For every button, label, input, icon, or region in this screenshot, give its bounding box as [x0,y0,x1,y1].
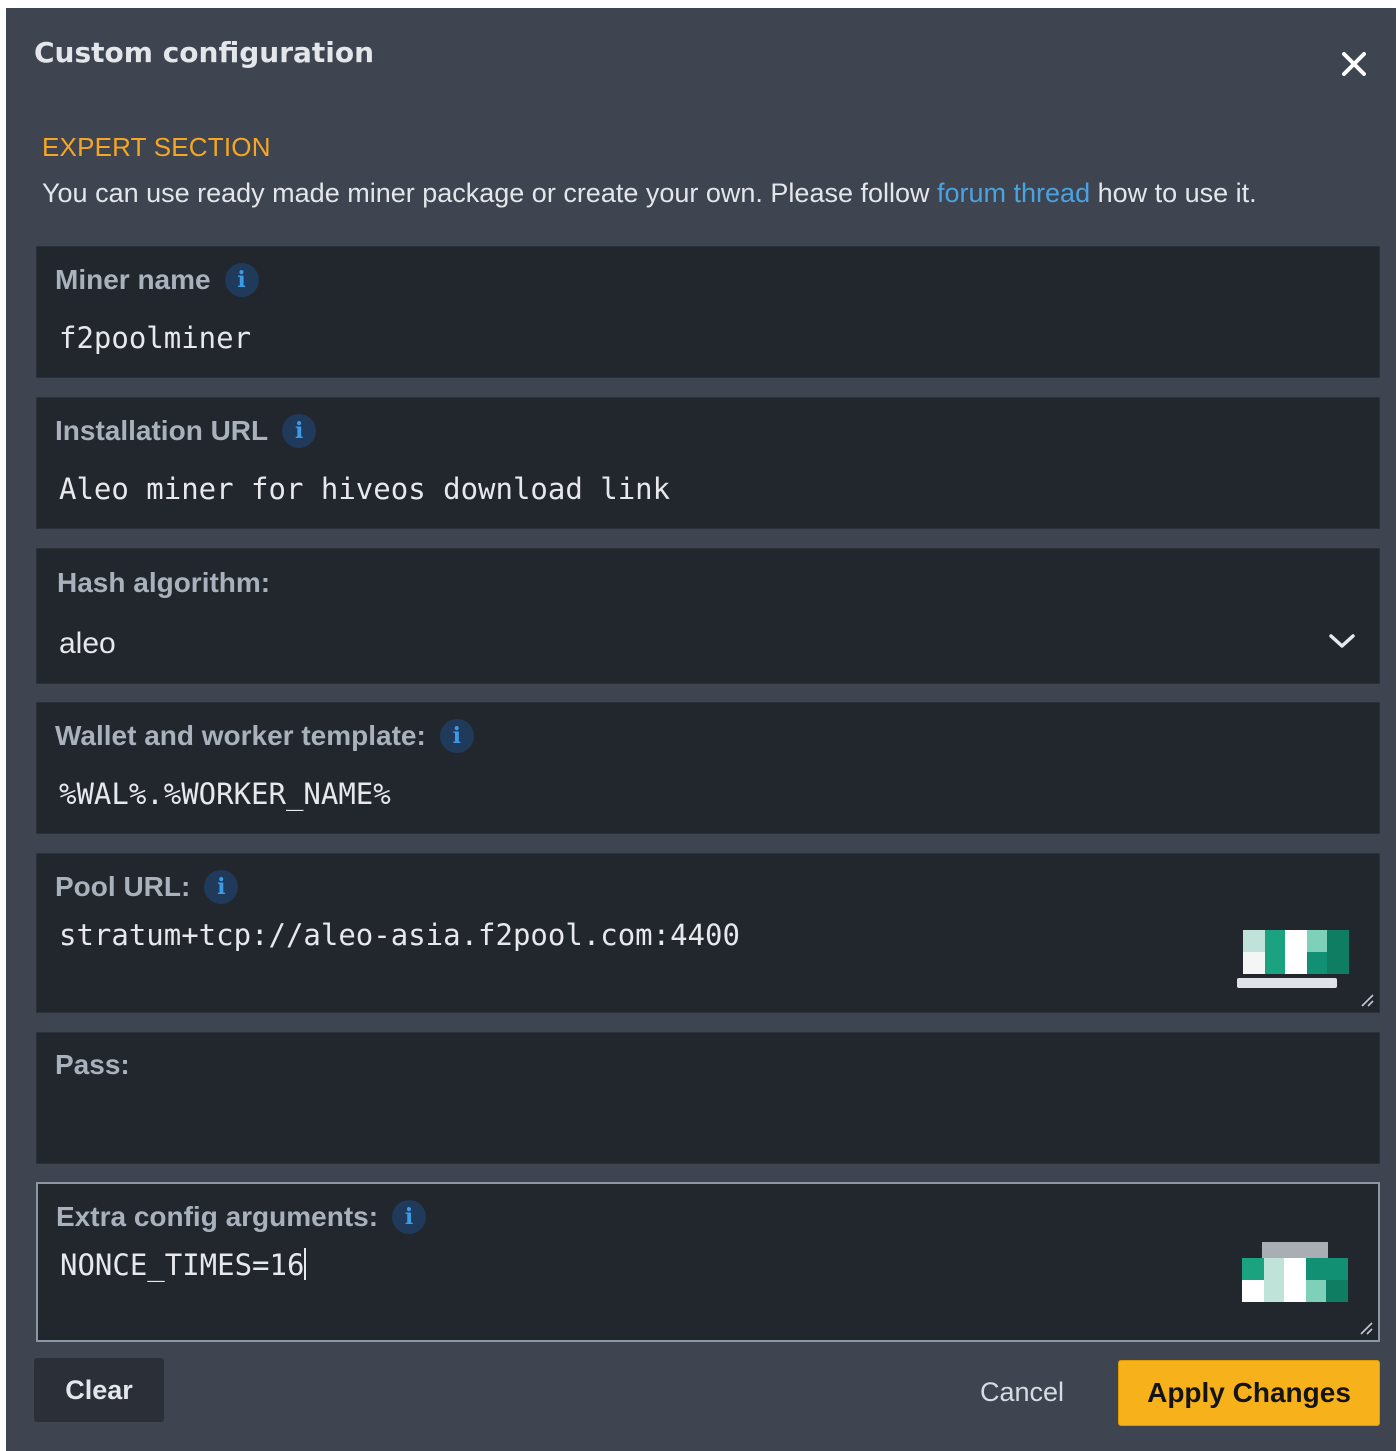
forum-thread-link[interactable]: forum thread [937,178,1090,208]
pass-field: Pass: [36,1032,1380,1164]
miner-name-input[interactable]: f2poolminer [59,321,1359,355]
expert-section-label: EXPERT SECTION [42,132,271,162]
extra-config-value: NONCE_TIMES=16 [60,1248,305,1282]
miner-name-label: Miner name [55,264,211,295]
dialog-title: Custom configuration [34,36,375,69]
wallet-template-field: Wallet and worker template: i %WAL%.%WOR… [36,702,1380,834]
miner-name-label-row: Miner name i [55,263,259,297]
installation-url-field: Installation URL i Aleo miner for hiveos… [36,397,1380,529]
wallet-template-label: Wallet and worker template: [55,720,426,751]
pool-url-textarea[interactable]: stratum+tcp://aleo-asia.f2pool.com:4400 [59,918,1359,952]
info-icon[interactable]: i [282,414,317,448]
extra-config-label-row: Extra config arguments: i [56,1200,427,1234]
wallet-template-label-row: Wallet and worker template: i [55,719,474,753]
description-text-end: how to use it. [1090,178,1257,208]
info-icon[interactable]: i [204,870,239,904]
info-icon[interactable]: i [439,719,474,753]
pool-url-label-row: Pool URL: i [55,870,239,904]
pool-url-field: Pool URL: i stratum+tcp://aleo-asia.f2po… [36,853,1380,1013]
info-icon[interactable]: i [392,1200,427,1234]
miner-name-field: Miner name i f2poolminer [36,246,1380,378]
info-icon[interactable]: i [224,263,259,297]
close-icon[interactable] [1338,48,1370,80]
resize-handle-icon[interactable] [1359,992,1375,1008]
pass-label-row: Pass: [55,1049,130,1081]
clear-button[interactable]: Clear [34,1358,164,1422]
extra-config-textarea[interactable]: NONCE_TIMES=16 [60,1248,1358,1282]
extension-icon[interactable] [1237,930,1349,994]
pass-label: Pass: [55,1049,130,1080]
pool-url-label: Pool URL: [55,871,191,902]
custom-config-dialog: Custom configuration EXPERT SECTION You … [6,8,1396,1451]
installation-url-label-row: Installation URL i [55,414,317,448]
extra-config-field: Extra config arguments: i NONCE_TIMES=16 [36,1182,1380,1342]
description-text-start: You can use ready made miner package or … [42,178,938,208]
chevron-down-icon[interactable] [1327,631,1357,651]
extra-config-label: Extra config arguments: [56,1201,379,1232]
wallet-template-input[interactable]: %WAL%.%WORKER_NAME% [59,777,1359,811]
expert-section-description: You can use ready made miner package or … [42,178,1372,209]
resize-handle-icon[interactable] [1358,1320,1374,1336]
hash-algorithm-select[interactable]: Hash algorithm: aleo [36,548,1380,684]
hash-algorithm-label: Hash algorithm: [57,567,271,598]
extension-icon[interactable] [1242,1242,1348,1306]
apply-changes-button[interactable]: Apply Changes [1118,1360,1380,1426]
installation-url-input[interactable]: Aleo miner for hiveos download link [59,472,1359,506]
text-caret [304,1248,307,1280]
hash-algorithm-value: aleo [59,627,116,660]
installation-url-label: Installation URL [55,415,269,446]
hash-algorithm-label-row: Hash algorithm: [57,567,270,599]
cancel-button[interactable]: Cancel [966,1364,1078,1420]
